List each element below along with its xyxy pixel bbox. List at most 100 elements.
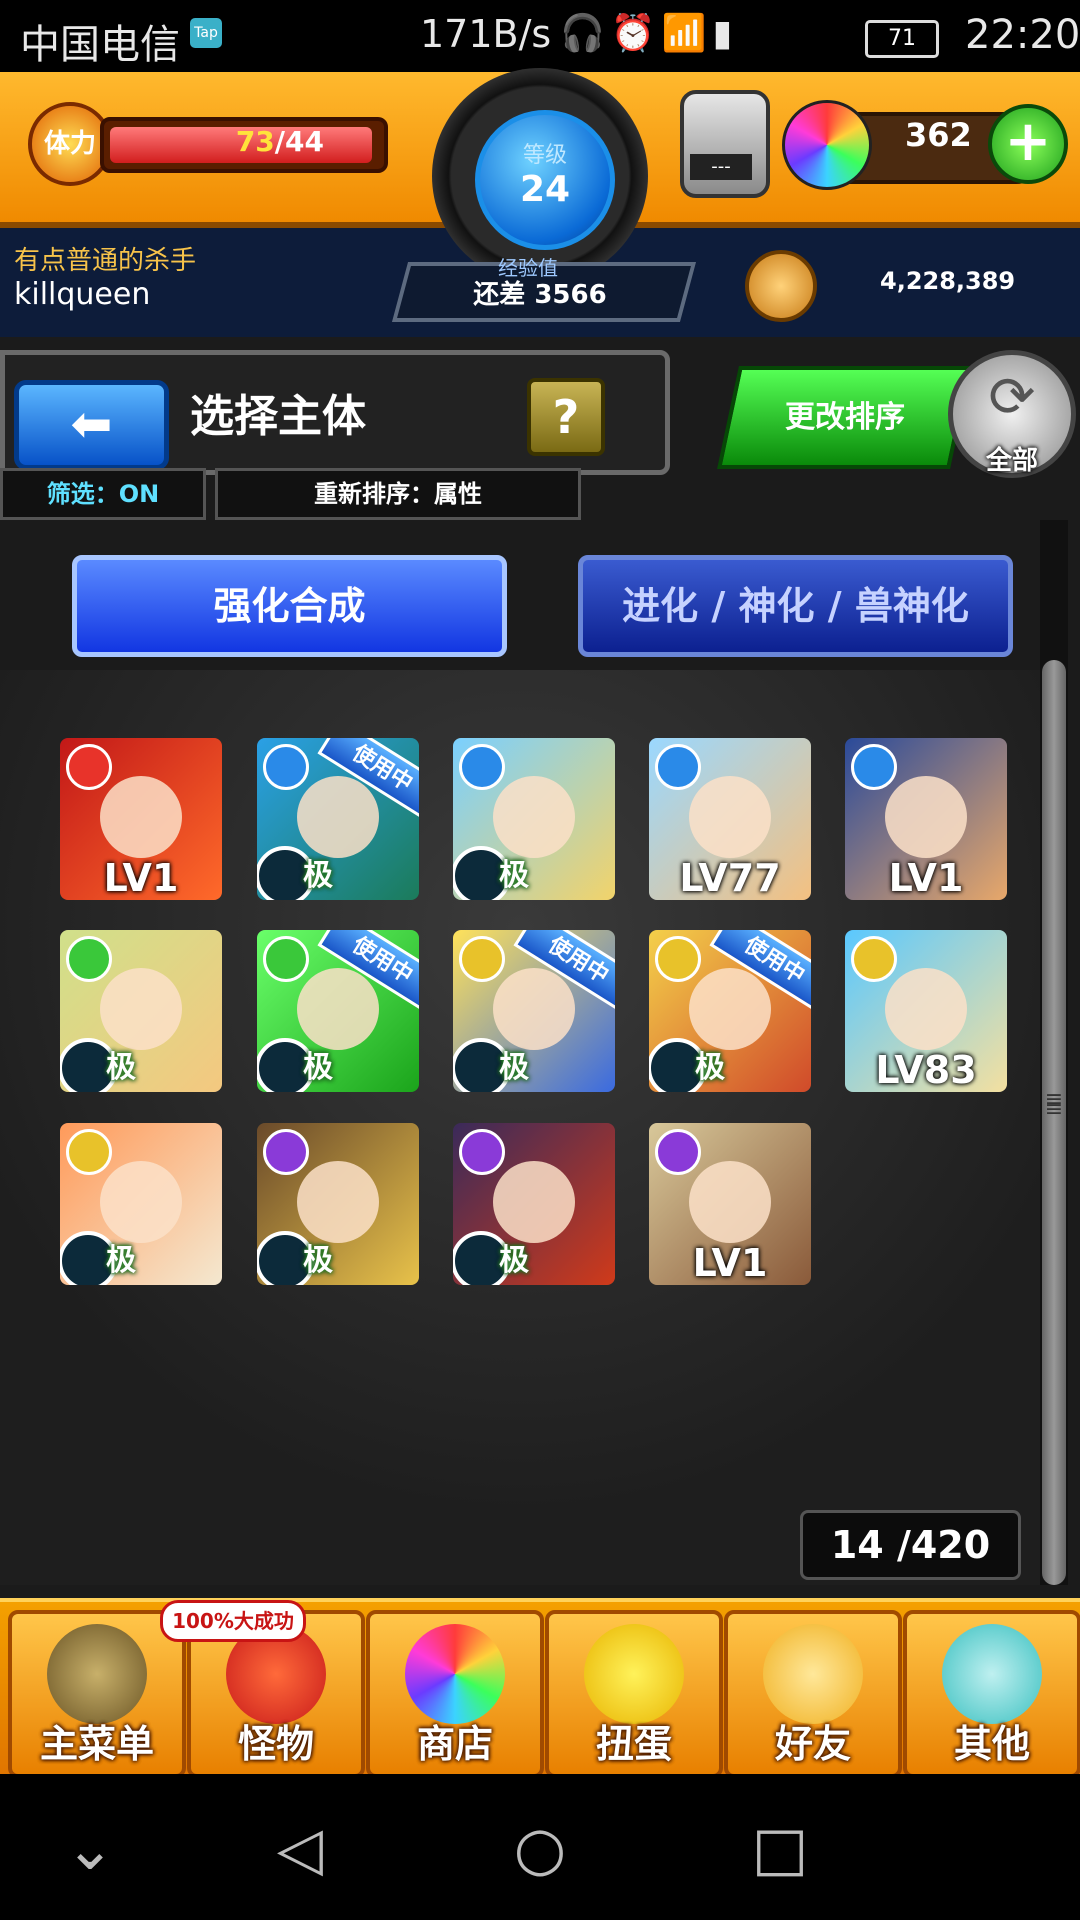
gacha-placeholder: --- xyxy=(690,154,752,180)
stamina-bar: 73/44 xyxy=(100,117,388,173)
filter-toggle[interactable]: 筛选：ON xyxy=(0,468,206,520)
dark-element-icon xyxy=(655,1129,701,1175)
nav-item-label: 怪物 xyxy=(237,1722,314,1766)
monster-face xyxy=(297,968,379,1050)
tab-enhance[interactable]: 强化合成 xyxy=(72,555,507,657)
monster-card[interactable]: 极 xyxy=(257,1123,419,1285)
monster-card[interactable]: LV1 xyxy=(845,738,1007,900)
monster-face xyxy=(885,968,967,1050)
monster-face xyxy=(100,776,182,858)
player-title: 有点普通的杀手 xyxy=(14,246,197,276)
monster-card[interactable]: 极使用中 xyxy=(453,930,615,1092)
light-element-icon xyxy=(851,936,897,982)
monster-face xyxy=(689,968,771,1050)
monster-face xyxy=(493,968,575,1050)
monster-card[interactable]: 极 xyxy=(453,1123,615,1285)
monster-face xyxy=(885,776,967,858)
monster-rank-badge: 极 xyxy=(499,858,529,893)
monster-card[interactable]: LV1 xyxy=(60,738,222,900)
gacha-machine-icon[interactable]: --- xyxy=(680,90,770,198)
monster-level: LV1 xyxy=(103,856,179,900)
nav-item-label: 扭蛋 xyxy=(595,1722,672,1766)
tab-evolve[interactable]: 进化 / 神化 / 兽神化 xyxy=(578,555,1013,657)
light-element-icon xyxy=(66,1129,112,1175)
monster-count: 14 /420 xyxy=(800,1510,1021,1580)
monster-face xyxy=(493,1161,575,1243)
wood-element-icon xyxy=(263,936,309,982)
egg-icon xyxy=(584,1624,684,1724)
change-sort-label: 更改排序 xyxy=(784,400,905,435)
monster-rank-badge: 极 xyxy=(499,1243,529,1278)
nav-item-label: 其他 xyxy=(953,1722,1030,1766)
system-nav: ⌄ ◁ ○ □ xyxy=(0,1774,1080,1920)
stamina-current: 73 xyxy=(235,125,275,158)
monster-rank-badge: 极 xyxy=(303,1050,333,1085)
monster-rank-badge: 极 xyxy=(106,1050,136,1085)
back-arrow-icon: ⬅ xyxy=(70,395,113,453)
monster-level: LV77 xyxy=(679,856,781,900)
orb-icon xyxy=(782,100,872,190)
sort-selector[interactable]: 重新排序：属性 xyxy=(215,468,581,520)
friends-icon xyxy=(763,1624,863,1724)
water-element-icon xyxy=(655,744,701,790)
nav-item-1[interactable]: 主菜单 xyxy=(8,1610,186,1778)
light-element-icon xyxy=(459,936,505,982)
title-area: ⬅ 选择主体 ? 筛选：ON 重新排序：属性 更改排序 ⟳ 全部 xyxy=(0,350,1080,525)
water-element-icon xyxy=(851,744,897,790)
scrollbar-grip-icon: ≡ ≡ xyxy=(1044,1087,1064,1122)
monster-face xyxy=(493,776,575,858)
show-all-label: 全部 xyxy=(985,446,1038,476)
gold-coin-icon xyxy=(745,250,817,322)
change-sort-button[interactable]: 更改排序 xyxy=(717,366,972,469)
monster-face xyxy=(100,1161,182,1243)
stamina-text: 73/44 xyxy=(236,125,324,158)
nav-item-label: 好友 xyxy=(774,1722,851,1766)
battery-level: 71 xyxy=(888,26,916,51)
monster-face xyxy=(689,776,771,858)
monster-card[interactable]: 极使用中 xyxy=(649,930,811,1092)
monster-rank-badge: 极 xyxy=(303,1243,333,1278)
gold-count: 4,228,389 xyxy=(880,267,1016,295)
clock: 22:20 xyxy=(965,12,1080,58)
monster-level: LV83 xyxy=(875,1048,977,1092)
nav-item-5[interactable]: 好友 xyxy=(724,1610,902,1778)
help-button[interactable]: ? xyxy=(527,378,605,456)
light-element-icon xyxy=(655,936,701,982)
nav-item-label: 商店 xyxy=(416,1722,493,1766)
stamina-max: /44 xyxy=(274,125,324,158)
show-all-button[interactable]: ⟳ 全部 xyxy=(948,350,1076,478)
monster-face xyxy=(297,1161,379,1243)
back-triangle-icon[interactable]: ◁ xyxy=(255,1804,345,1894)
home-circle-icon[interactable]: ○ xyxy=(495,1804,585,1894)
rank-value: 24 xyxy=(519,169,571,210)
status-bar: 中国电信 Tap 171B/s 🎧⏰📶▮ 71 22:20 xyxy=(0,0,1080,72)
monster-card[interactable]: 极 xyxy=(60,930,222,1092)
monster-card[interactable]: 极使用中 xyxy=(257,738,419,900)
nav-item-3[interactable]: 商店 xyxy=(366,1610,544,1778)
wood-element-icon xyxy=(66,936,112,982)
monster-rank-badge: 极 xyxy=(499,1050,529,1085)
monster-card[interactable]: 极 xyxy=(453,738,615,900)
monster-card[interactable]: 极 xyxy=(60,1123,222,1285)
battery-icon: 71 xyxy=(865,20,939,58)
nav-item-4[interactable]: 扭蛋 xyxy=(545,1610,723,1778)
nav-item-6[interactable]: 其他 xyxy=(903,1610,1080,1778)
back-button[interactable]: ⬅ xyxy=(14,380,169,470)
carrier-name: 中国电信 xyxy=(20,22,180,68)
buy-orb-button[interactable]: + xyxy=(988,104,1068,184)
status-icons: 🎧⏰📶▮ xyxy=(560,13,739,54)
monster-card[interactable]: LV83 xyxy=(845,930,1007,1092)
water-element-icon xyxy=(459,744,505,790)
recents-square-icon[interactable]: □ xyxy=(735,1804,825,1894)
other-icon xyxy=(942,1624,1042,1724)
monster-card[interactable]: LV1 xyxy=(649,1123,811,1285)
water-element-icon xyxy=(263,744,309,790)
monster-rank-badge: 极 xyxy=(695,1050,725,1085)
monster-card[interactable]: LV77 xyxy=(649,738,811,900)
rank-badge[interactable]: 等级 24 xyxy=(475,110,615,250)
monster-face xyxy=(689,1161,771,1243)
scrollbar-thumb[interactable] xyxy=(1042,660,1066,1585)
monster-card[interactable]: 极使用中 xyxy=(257,930,419,1092)
collapse-chevron-icon[interactable]: ⌄ xyxy=(45,1804,135,1894)
monster-rank-badge: 极 xyxy=(303,858,333,893)
